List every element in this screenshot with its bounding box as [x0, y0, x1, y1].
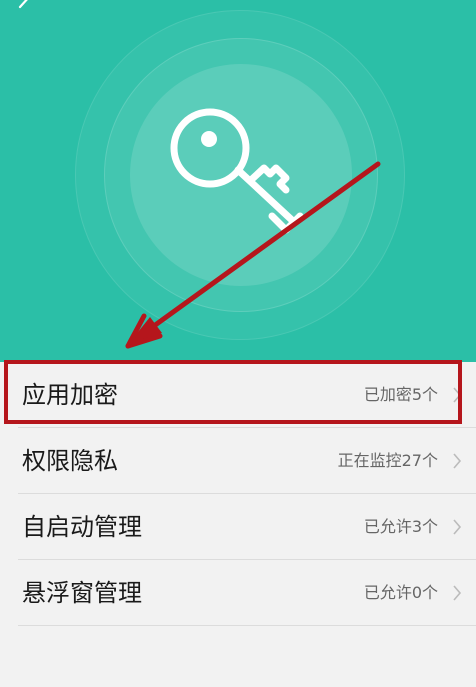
list-item-status: 正在监控27个	[337, 451, 438, 470]
list-item-app-encryption[interactable]: 应用加密 已加密5个	[18, 362, 476, 428]
list-item-status: 已允许0个	[363, 583, 438, 602]
list-item-autostart-management[interactable]: 自启动管理 已允许3个	[18, 494, 476, 560]
chevron-right-icon	[453, 519, 462, 535]
settings-list: 应用加密 已加密5个 权限隐私 正在监控27个 自启动管理 已允许3个 悬浮窗管…	[0, 362, 476, 626]
list-item-status: 已允许3个	[363, 517, 438, 536]
list-item-permission-privacy[interactable]: 权限隐私 正在监控27个	[18, 428, 476, 494]
chevron-right-icon	[453, 453, 462, 469]
list-item-label: 权限隐私	[22, 447, 118, 475]
hero-header	[0, 0, 476, 362]
list-item-label: 自启动管理	[22, 513, 142, 541]
chevron-right-icon	[453, 585, 462, 601]
list-item-floating-window-management[interactable]: 悬浮窗管理 已允许0个	[18, 560, 476, 626]
key-icon	[170, 108, 304, 234]
list-item-status: 已加密5个	[363, 385, 438, 404]
back-chevron-icon[interactable]	[12, 0, 38, 20]
list-item-label: 悬浮窗管理	[22, 579, 142, 607]
chevron-right-icon	[453, 387, 462, 403]
list-item-label: 应用加密	[22, 381, 118, 409]
